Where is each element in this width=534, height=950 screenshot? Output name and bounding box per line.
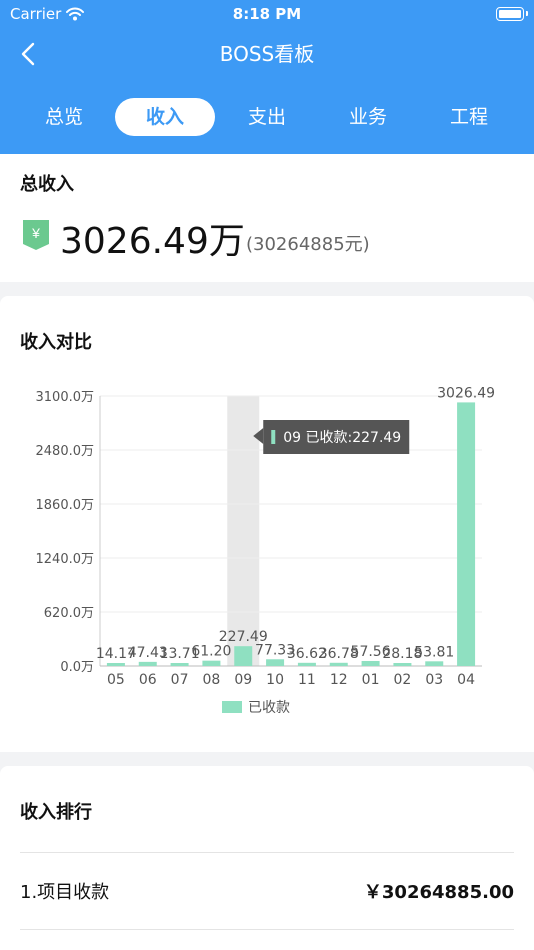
- tab-expense[interactable]: 支出: [217, 98, 317, 136]
- bar: [297, 662, 316, 666]
- bar: [266, 659, 285, 666]
- bar: [457, 402, 476, 666]
- total-amount: 3026.49万: [60, 221, 245, 262]
- x-tick-label: 03: [425, 672, 443, 688]
- x-tick-label: 02: [394, 672, 412, 688]
- tab-business[interactable]: 业务: [318, 98, 418, 136]
- header: Carrier 8:18 PM BOSS看板 总览 收入 支出 业务 工程: [0, 0, 534, 154]
- divider: [20, 852, 514, 853]
- yen-shield-icon: ¥: [22, 219, 50, 255]
- x-tick-label: 01: [362, 672, 380, 688]
- tab-income[interactable]: 收入: [115, 98, 215, 136]
- ranking-item-name: 1.项目收款: [20, 882, 110, 903]
- x-tick-label: 06: [139, 672, 157, 688]
- legend-swatch: [222, 701, 242, 713]
- bar: [393, 663, 412, 666]
- y-tick-label: 620.0万: [44, 606, 94, 621]
- page-title: BOSS看板: [219, 42, 315, 66]
- x-tick-label: 08: [203, 672, 221, 688]
- y-tick-label: 0.0万: [60, 660, 94, 675]
- y-tick-label: 1240.0万: [36, 552, 95, 567]
- clock: 8:18 PM: [232, 5, 302, 23]
- ranking-item-value: ￥30264885.00: [363, 882, 514, 903]
- status-bar: Carrier 8:18 PM: [0, 0, 534, 30]
- bar: [106, 663, 125, 666]
- tooltip-text: 09 已收款:227.49: [283, 430, 401, 446]
- yen-glyph: ¥: [31, 225, 40, 241]
- x-tick-label: 12: [330, 672, 348, 688]
- battery-icon: [496, 7, 528, 21]
- tooltip-marker: [271, 430, 276, 444]
- bar: [170, 663, 189, 666]
- data-label: 61.20: [191, 644, 231, 660]
- data-label: 3026.49: [437, 385, 495, 401]
- total-amount-full: (30264885元): [246, 234, 370, 255]
- income-ranking-card: 收入排行 1.项目收款 ￥30264885.00: [0, 766, 534, 950]
- bar: [361, 660, 380, 666]
- income-bar-chart: 0.0万620.0万1240.0万1860.0万2480.0万3100.0万14…: [36, 385, 496, 716]
- bar: [425, 661, 444, 666]
- x-tick-label: 05: [107, 672, 125, 688]
- x-tick-label: 11: [298, 672, 316, 688]
- x-tick-label: 07: [171, 672, 189, 688]
- x-tick-label: 10: [266, 672, 284, 688]
- income-ranking-title: 收入排行: [20, 802, 92, 823]
- divider: [20, 929, 514, 930]
- bar: [202, 660, 221, 666]
- y-tick-label: 1860.0万: [36, 498, 95, 513]
- total-income-title: 总收入: [20, 174, 74, 195]
- tab-overview[interactable]: 总览: [14, 98, 114, 136]
- income-comparison-title: 收入对比: [20, 332, 92, 353]
- legend-label: 已收款: [248, 700, 290, 716]
- x-tick-label: 04: [457, 672, 475, 688]
- bar: [234, 646, 253, 666]
- income-comparison-card: 收入对比 0.0万 620.0万 1240.0万 1860.0万 2480.0万 3100…: [0, 296, 534, 752]
- y-tick-label: 3100.0万: [36, 390, 95, 405]
- x-tick-label: 09: [234, 672, 252, 688]
- data-label: 53.81: [414, 644, 454, 660]
- total-income-card: 总收入 ¥ 3026.49万 (30264885元): [0, 154, 534, 282]
- bar: [329, 662, 348, 666]
- tab-bar: 总览 收入 支出 业务 工程: [0, 98, 534, 136]
- bar: [138, 661, 157, 666]
- y-tick-label: 2480.0万: [36, 444, 95, 459]
- tab-engineering[interactable]: 工程: [419, 98, 519, 136]
